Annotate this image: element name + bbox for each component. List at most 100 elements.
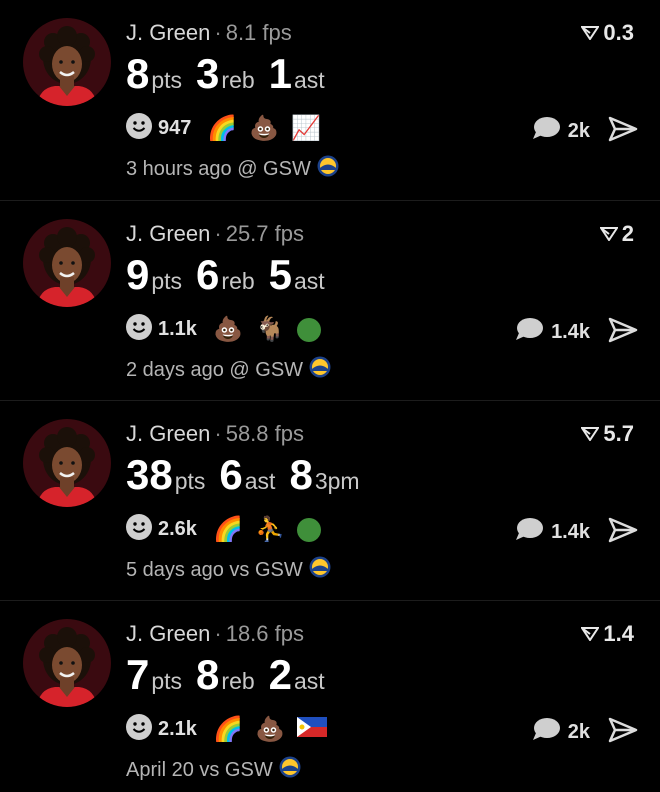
comments-button[interactable]: 2k — [532, 717, 590, 747]
player-avatar[interactable] — [23, 18, 111, 106]
separator-dot: · — [214, 421, 222, 446]
comment-count: 1.4k — [551, 320, 590, 343]
smile-reaction-icon[interactable] — [126, 314, 152, 345]
post-header: J. Green · 25.7 fps — [126, 221, 304, 247]
rainbow-icon[interactable]: 🌈 — [213, 716, 243, 744]
stat-value: 3 — [196, 50, 220, 97]
stat-value: 7 — [126, 651, 150, 698]
post-header: J. Green · 58.8 fps — [126, 421, 304, 447]
rainbow-icon[interactable]: 🌈 — [213, 516, 243, 544]
stat-unit: ast — [294, 67, 325, 93]
share-icon — [608, 317, 638, 347]
stat-reb: 3reb — [196, 50, 255, 98]
comments-button[interactable]: 2k — [532, 116, 590, 146]
stat-unit: pts — [151, 268, 183, 294]
stat-line: 8pts 3reb 1ast — [126, 50, 339, 98]
stat-value: 8 — [196, 651, 220, 698]
share-button[interactable] — [608, 717, 638, 748]
gsw-logo-icon — [317, 155, 339, 183]
poop-icon[interactable]: 💩 — [249, 115, 279, 143]
reaction-count: 1.1k — [158, 318, 197, 340]
share-icon — [608, 116, 638, 146]
score-icon — [580, 20, 601, 46]
post-header: J. Green · 18.6 fps — [126, 621, 304, 647]
score-icon — [580, 621, 601, 647]
stat-unit: ast — [294, 668, 325, 694]
gsw-logo-icon — [309, 556, 331, 584]
stat-unit: pts — [151, 67, 183, 93]
player-avatar[interactable] — [23, 219, 111, 307]
separator-dot: · — [214, 20, 222, 45]
stat-unit: reb — [221, 268, 255, 294]
smile-reaction-icon[interactable] — [126, 714, 152, 745]
comment-count: 2k — [567, 119, 590, 142]
player-avatar[interactable] — [23, 419, 111, 507]
player-name[interactable]: J. Green — [126, 20, 210, 45]
gsw-logo-icon — [309, 356, 331, 384]
comment-bubble-icon — [515, 317, 544, 347]
post-meta: 3 hours ago @ GSW — [126, 155, 339, 183]
score-value: 0.3 — [603, 20, 634, 45]
post-time: 3 hours ago @ GSW — [126, 157, 311, 180]
share-icon — [608, 517, 638, 547]
comment-count: 2k — [567, 720, 590, 743]
stat-ast: 1ast — [269, 50, 325, 98]
score-badge: 0.3 — [580, 20, 634, 46]
post-time: April 20 vs GSW — [126, 758, 273, 781]
stat-unit: pts — [174, 468, 206, 494]
score-badge: 1.4 — [580, 621, 634, 647]
stat-unit: ast — [294, 268, 325, 294]
comment-count: 1.4k — [551, 520, 590, 543]
comments-button[interactable]: 1.4k — [515, 317, 590, 347]
philippines-flag-icon[interactable] — [296, 717, 327, 742]
stat-unit: ast — [244, 468, 276, 494]
comment-bubble-icon — [515, 517, 544, 547]
goat-icon[interactable]: 🐐 — [255, 316, 285, 344]
post-card[interactable]: J. Green · 8.1 fps 0.3 8pts 3reb 1ast 947 🌈 💩… — [0, 0, 660, 198]
post-meta: 5 days ago vs GSW — [126, 556, 331, 584]
post-meta: 2 days ago @ GSW — [126, 356, 331, 384]
post-time: 5 days ago vs GSW — [126, 558, 303, 581]
stat-unit: 3pm — [314, 468, 360, 494]
stat-value: 6 — [219, 451, 243, 498]
stat-value: 1 — [268, 50, 293, 97]
green-circle-icon[interactable] — [296, 317, 321, 342]
rainbow-icon[interactable]: 🌈 — [207, 115, 237, 143]
share-button[interactable] — [608, 517, 638, 548]
player-name[interactable]: J. Green — [126, 421, 210, 446]
stat-unit: pts — [151, 668, 183, 694]
score-value: 1.4 — [603, 621, 634, 646]
stat-ast: 5ast — [269, 251, 325, 299]
comments-button[interactable]: 1.4k — [515, 517, 590, 547]
poop-icon[interactable]: 💩 — [213, 316, 243, 344]
stat-3pm: 83pm — [289, 451, 359, 499]
stat-line: 38pts 6ast 83pm — [126, 451, 374, 499]
stat-reb: 6reb — [196, 251, 255, 299]
reactions-bar: 2.1k 🌈 💩 — [126, 714, 327, 745]
stat-unit: reb — [221, 668, 255, 694]
poop-icon[interactable]: 💩 — [255, 716, 285, 744]
player-name[interactable]: J. Green — [126, 221, 210, 246]
post-card[interactable]: J. Green · 58.8 fps 5.7 38pts 6ast 83pm 2.6k… — [0, 400, 660, 599]
dunk-figure-icon[interactable]: ⛹ — [255, 516, 285, 544]
score-badge: 5.7 — [580, 421, 634, 447]
stat-pts: 38pts — [126, 451, 205, 499]
score-badge: 2 — [598, 221, 634, 247]
stat-value: 9 — [126, 251, 150, 298]
game-feed: J. Green · 8.1 fps 0.3 8pts 3reb 1ast 947 🌈 💩… — [0, 0, 660, 792]
fps-value: 58.8 fps — [225, 421, 304, 446]
share-button[interactable] — [608, 116, 638, 147]
post-card[interactable]: J. Green · 25.7 fps 2 9pts 6reb 5ast 1.1k 💩 🐐… — [0, 200, 660, 399]
share-button[interactable] — [608, 317, 638, 348]
player-name[interactable]: J. Green — [126, 621, 210, 646]
stat-ast: 2ast — [269, 651, 325, 699]
smile-reaction-icon[interactable] — [126, 514, 152, 545]
rising-chart-icon[interactable]: 📈 — [291, 115, 321, 143]
smile-reaction-icon[interactable] — [126, 113, 152, 144]
green-circle-icon[interactable] — [296, 517, 321, 542]
post-time: 2 days ago @ GSW — [126, 358, 304, 381]
score-icon — [598, 221, 619, 247]
reactions-bar: 947 🌈 💩 📈 — [126, 113, 321, 144]
post-card[interactable]: J. Green · 18.6 fps 1.4 7pts 8reb 2ast 2.1k … — [0, 600, 660, 792]
player-avatar[interactable] — [23, 619, 111, 707]
